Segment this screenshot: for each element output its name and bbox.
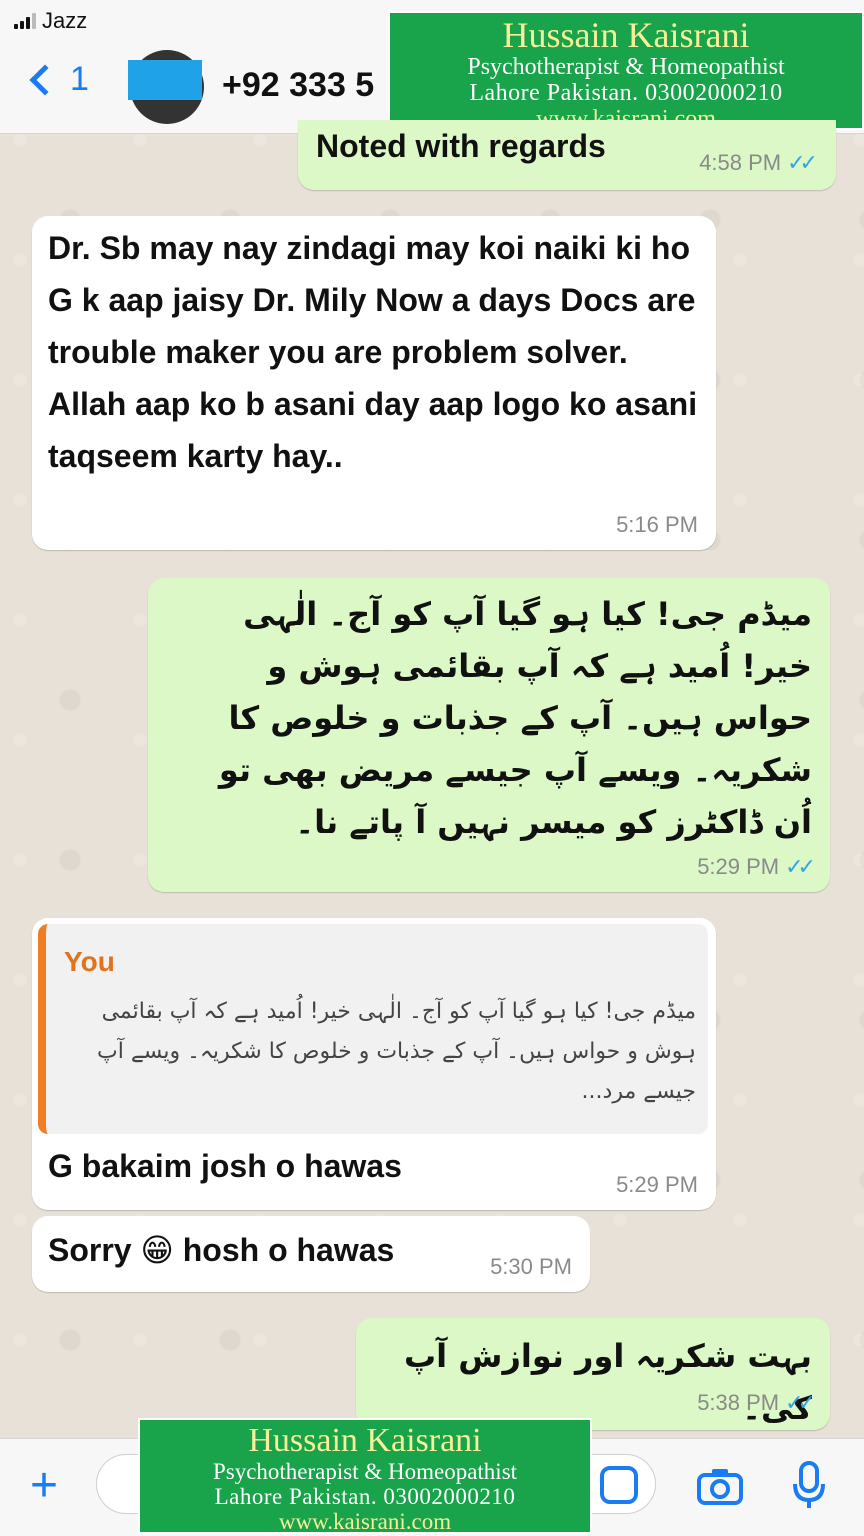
time-label: 5:38 PM	[697, 1390, 780, 1415]
camera-icon[interactable]	[696, 1466, 744, 1506]
watermark-banner-top: Hussain Kaisrani Psychotherapist & Homeo…	[388, 11, 864, 131]
quoted-message[interactable]: You میڈم جی! کیا ہو گیا آپ کو آج۔ الٰہی …	[38, 924, 708, 1134]
message-time: 5:38 PM ✓✓	[697, 1390, 816, 1416]
time-label: 4:58 PM	[699, 150, 782, 175]
message-time: 5:30 PM	[490, 1254, 572, 1280]
chevron-left-icon	[29, 63, 61, 96]
message-text: Sorry 😁 hosh o hawas	[48, 1232, 395, 1268]
message-bubble-incoming[interactable]: Sorry 😁 hosh o hawas 5:30 PM	[32, 1216, 590, 1292]
time-label: 5:29 PM	[697, 854, 780, 879]
message-text: میڈم جی! کیا ہو گیا آپ کو آج۔ الٰہی خیر!…	[218, 595, 812, 841]
watermark-location: Lahore Pakistan. 03002000210	[214, 1484, 516, 1509]
attach-plus-button[interactable]: +	[30, 1462, 58, 1510]
carrier-label: Jazz	[42, 8, 88, 33]
watermark-location: Lahore Pakistan. 03002000210	[469, 80, 783, 106]
message-time: 4:58 PM ✓✓	[699, 150, 818, 176]
message-bubble-outgoing[interactable]: بہت شکریہ اور نوازش آپ کی۔ 5:38 PM ✓✓	[356, 1318, 830, 1430]
microphone-icon[interactable]	[792, 1460, 826, 1510]
time-label: 5:16 PM	[616, 512, 698, 537]
quote-text: میڈم جی! کیا ہو گیا آپ کو آج۔ الٰہی خیر!…	[97, 999, 696, 1104]
watermark-title: Psychotherapist & Homeopathist	[467, 54, 785, 80]
message-time: 5:16 PM	[616, 512, 698, 538]
time-label: 5:29 PM	[616, 1172, 698, 1197]
message-text: Noted with regards	[316, 128, 606, 164]
read-receipt-icon: ✓✓	[785, 1390, 816, 1415]
signal-icon	[14, 13, 36, 29]
watermark-banner-bottom: Hussain Kaisrani Psychotherapist & Homeo…	[138, 1418, 592, 1534]
quote-author: You	[64, 946, 115, 977]
message-text: G bakaim josh o hawas	[48, 1148, 402, 1184]
message-bubble-outgoing[interactable]: میڈم جی! کیا ہو گیا آپ کو آج۔ الٰہی خیر!…	[148, 578, 830, 892]
time-label: 5:30 PM	[490, 1254, 572, 1279]
contact-name[interactable]: +92 333 5	[222, 66, 374, 105]
watermark-website: www.kaisrani.com	[278, 1509, 452, 1534]
watermark-name: Hussain Kaisrani	[248, 1422, 482, 1459]
sticker-icon[interactable]	[600, 1466, 638, 1504]
message-bubble-outgoing[interactable]: Noted with regards 4:58 PM ✓✓	[298, 120, 836, 190]
back-count: 1	[70, 60, 89, 98]
message-time: 5:29 PM ✓✓	[697, 854, 816, 880]
watermark-name: Hussain Kaisrani	[502, 15, 750, 55]
read-receipt-icon: ✓✓	[787, 150, 818, 175]
back-button[interactable]: 1	[24, 60, 89, 99]
message-bubble-incoming[interactable]: Dr. Sb may nay zindagi may koi naiki ki …	[32, 216, 716, 550]
message-text: Dr. Sb may nay zindagi may koi naiki ki …	[48, 230, 698, 474]
read-receipt-icon: ✓✓	[785, 854, 816, 879]
watermark-title: Psychotherapist & Homeopathist	[212, 1459, 518, 1484]
message-time: 5:29 PM	[616, 1172, 698, 1198]
avatar-redaction	[128, 60, 202, 100]
status-carrier: Jazz	[14, 8, 87, 34]
